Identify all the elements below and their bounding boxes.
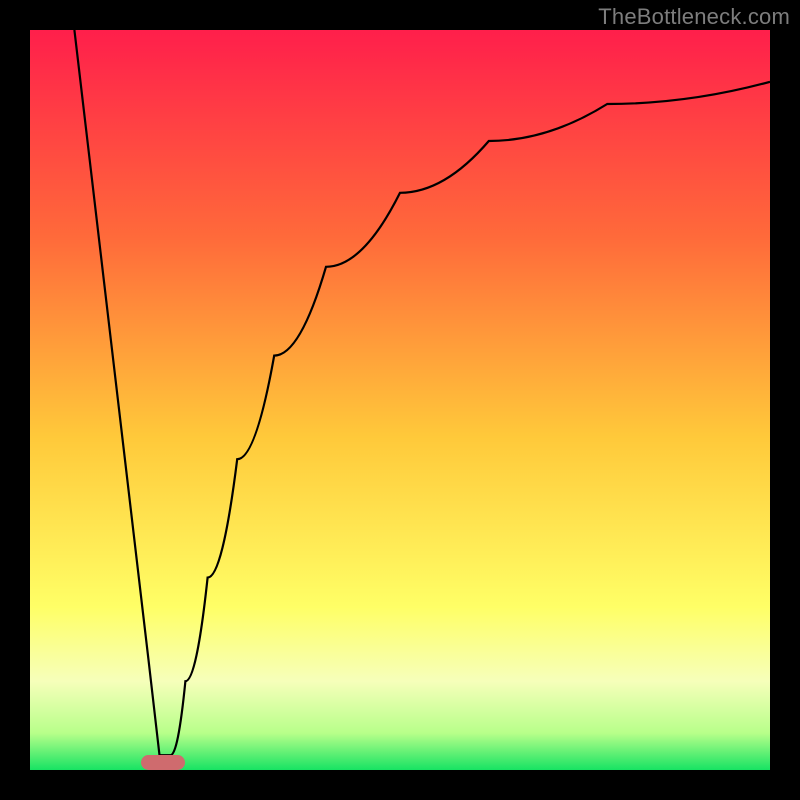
chart-frame: TheBottleneck.com: [0, 0, 800, 800]
plot-area: [30, 30, 770, 770]
bottleneck-curve: [30, 30, 770, 770]
watermark-text: TheBottleneck.com: [598, 4, 790, 30]
min-marker: [141, 755, 185, 770]
